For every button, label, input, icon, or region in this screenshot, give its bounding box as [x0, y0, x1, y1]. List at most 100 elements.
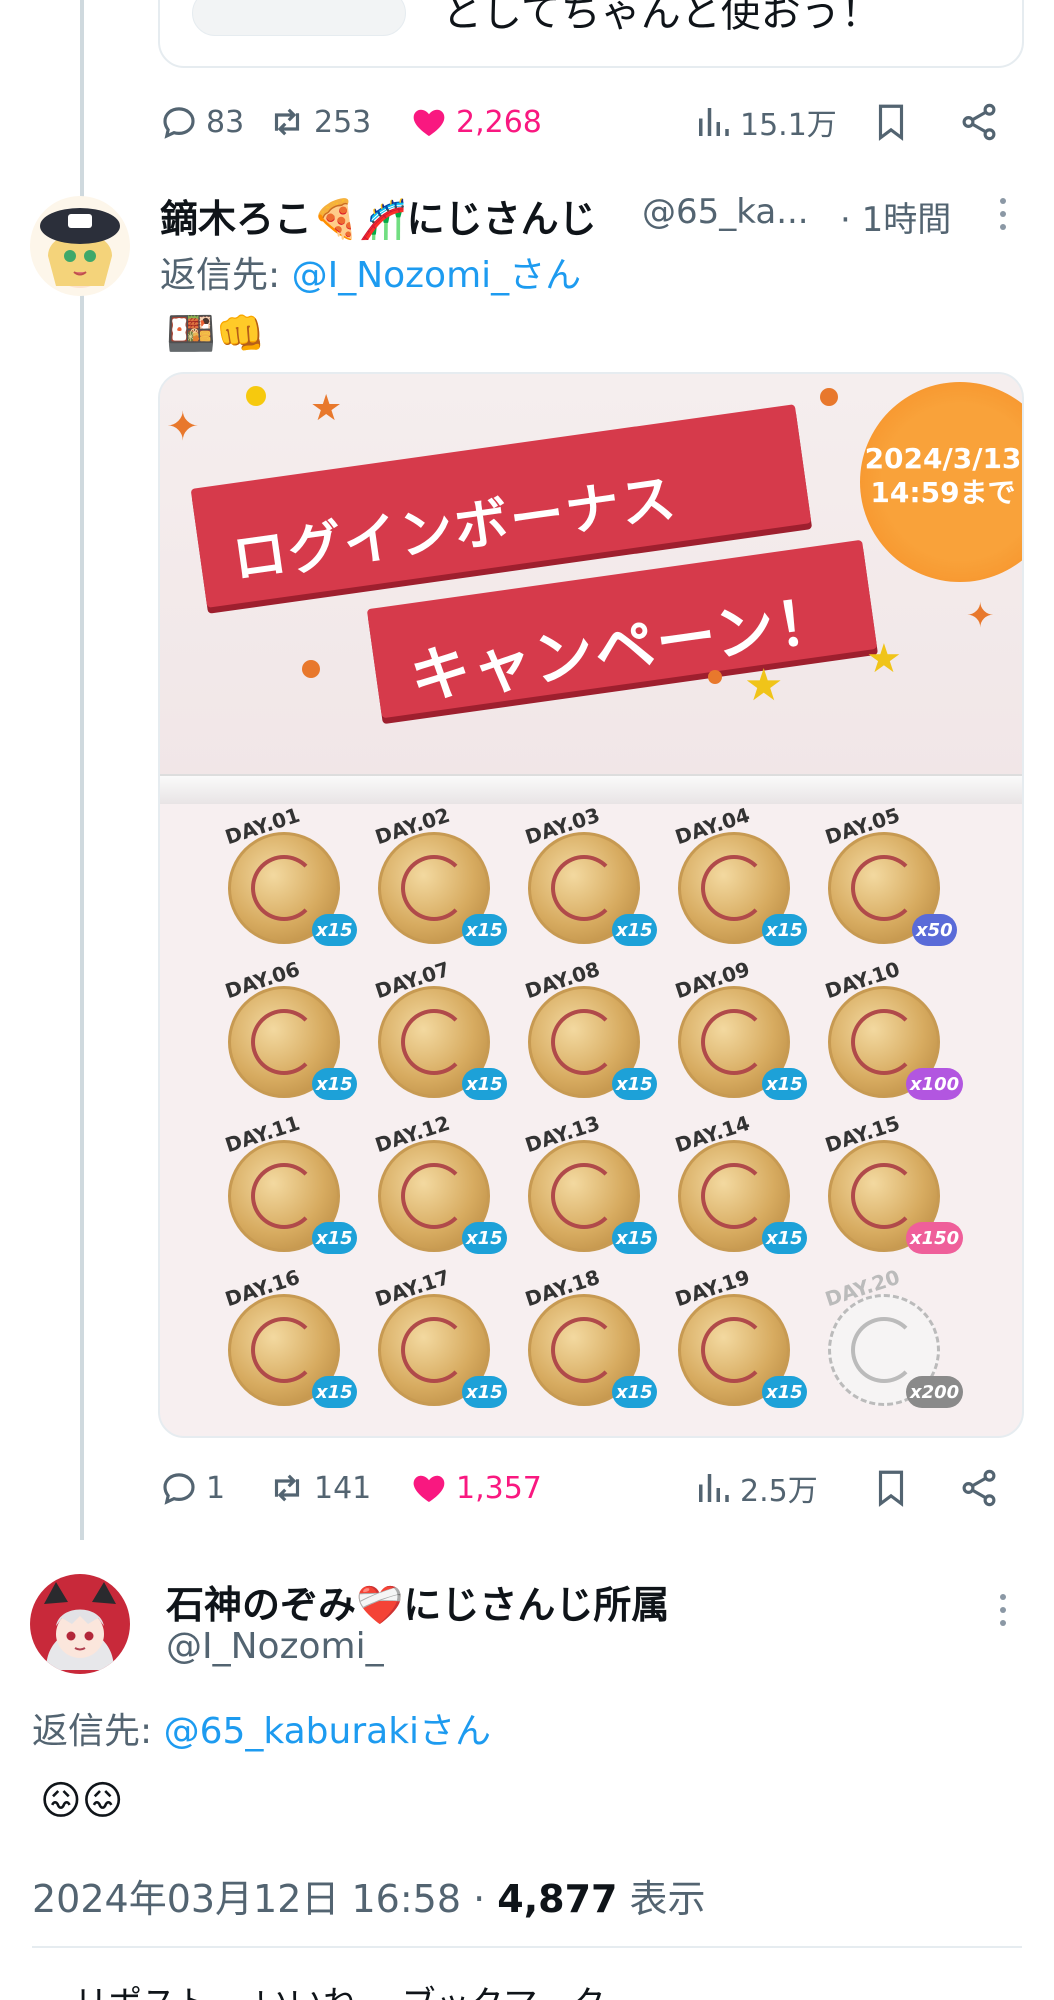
bar-chart-icon: [699, 1474, 729, 1502]
coin-swirl-icon: [551, 855, 617, 921]
reply-to-line: 返信先: @65_kaburakiさん: [32, 1702, 491, 1754]
views-button[interactable]: 15.1万: [692, 92, 837, 152]
decor-dot: [820, 388, 838, 406]
coin-swirl-icon: [851, 1317, 917, 1383]
decor-dot: [708, 670, 722, 684]
login-bonus-coin: DAY.15 x150: [820, 1111, 964, 1254]
bar-chart-icon: [699, 108, 729, 136]
share-button[interactable]: [958, 92, 1000, 152]
reply-to-line: 返信先: @I_Nozomi_さん: [160, 246, 581, 298]
retweet-button[interactable]: 253: [266, 92, 371, 152]
tweet-text: 😖😖: [40, 1778, 124, 1824]
author-name[interactable]: 鏑木ろこ🍕🎢にじさんじ: [160, 188, 597, 243]
coin-multiplier-badge: x15: [462, 1376, 507, 1408]
bookmark-icon: [878, 104, 904, 141]
tweet-image[interactable]: 2024/3/13 14:59まで ログインボーナス キャンペーン！ ★ ★ ★…: [158, 372, 1024, 1438]
views-button[interactable]: 2.5万: [692, 1458, 818, 1518]
coin-swirl-icon: [401, 855, 467, 921]
avatar[interactable]: [30, 1574, 130, 1674]
avatar[interactable]: [30, 196, 130, 296]
coin-swirl-icon: [401, 1009, 467, 1075]
coin-swirl-icon: [851, 855, 917, 921]
reply-to-label: 返信先:: [32, 1711, 164, 1752]
coin-multiplier-badge: x15: [312, 914, 357, 946]
login-bonus-coin: DAY.01 x15: [220, 803, 357, 946]
coin-swirl-icon: [701, 1163, 767, 1229]
coin-multiplier-badge: x15: [762, 1068, 807, 1100]
login-bonus-coin: DAY.10 x100: [820, 957, 964, 1100]
tweet-text: 🍱👊: [166, 311, 266, 357]
coin-swirl-icon: [251, 1317, 317, 1383]
login-bonus-coin: DAY.12 x15: [370, 1111, 507, 1254]
coin-swirl-icon: [251, 1163, 317, 1229]
decor-dot: [246, 386, 266, 406]
share-icon: [962, 1469, 996, 1507]
login-bonus-coin: DAY.14 x15: [670, 1111, 807, 1254]
coin-multiplier-badge: x150: [906, 1222, 964, 1254]
bookmark-button[interactable]: [870, 1458, 912, 1518]
star-icon: ★: [744, 660, 784, 711]
coin-swirl-icon: [251, 855, 317, 921]
coin-swirl-icon: [551, 1317, 617, 1383]
login-bonus-coin: DAY.03 x15: [520, 803, 657, 946]
login-bonus-coin: DAY.18 x15: [520, 1265, 657, 1408]
reply-count: 83: [206, 104, 245, 140]
coin-swirl-icon: [551, 1163, 617, 1229]
coin-multiplier-badge: x15: [612, 914, 657, 946]
coin-swirl-icon: [551, 1009, 617, 1075]
heart-icon: [413, 109, 445, 136]
views-label: 表示: [617, 1877, 706, 1921]
reply-button[interactable]: 83: [158, 92, 244, 152]
sparkle-icon: ✦: [166, 404, 200, 450]
quoted-card[interactable]: としてちゃんと使おう！: [158, 0, 1024, 68]
like-button[interactable]: 2,268: [408, 92, 542, 152]
retweet-button[interactable]: 141: [266, 1458, 371, 1518]
login-bonus-coin: DAY.17 x15: [370, 1265, 507, 1408]
like-count: 2,268: [456, 104, 542, 140]
sparkle-icon: ✦: [966, 596, 995, 636]
login-bonus-coin: DAY.05 x50: [820, 803, 957, 946]
prev-tweet-actions: 83 253 2,268 15.1万: [158, 92, 1024, 152]
coin-swirl-icon: [401, 1317, 467, 1383]
bookmark-button[interactable]: [870, 92, 912, 152]
like-button[interactable]: 1,357: [408, 1458, 542, 1518]
author-handle[interactable]: @I_Nozomi_: [166, 1626, 384, 1667]
reply-to-mention[interactable]: @65_kaburakiさん: [164, 1711, 491, 1752]
author-name[interactable]: 石神のぞみ❤️‍🩹にじさんじ所属: [166, 1574, 669, 1629]
avatar-kaburaki-image: [30, 196, 130, 296]
coin-multiplier-badge: x15: [762, 914, 807, 946]
login-bonus-coin: DAY.06 x15: [220, 957, 357, 1100]
login-bonus-coin: DAY.09 x15: [670, 957, 807, 1100]
reply-tweet-actions: 1 141 1,357 2.5万: [158, 1458, 1024, 1518]
coin-swirl-icon: [701, 1009, 767, 1075]
avatar-ishigami-image: [30, 1574, 130, 1674]
login-bonus-coin: DAY.19 x15: [670, 1265, 807, 1408]
coin-multiplier-badge: x15: [612, 1376, 657, 1408]
coin-multiplier-badge: x100: [906, 1068, 964, 1100]
login-bonus-coin: DAY.11 x15: [220, 1111, 357, 1254]
deadline-text: 2024/3/13 14:59まで: [860, 442, 1022, 510]
reply-button[interactable]: 1: [158, 1458, 225, 1518]
reply-icon: [163, 1473, 195, 1505]
login-bonus-coin: DAY.16 x15: [220, 1265, 357, 1408]
author-handle[interactable]: @65_ka...: [642, 192, 809, 232]
bookmark-icon: [878, 1470, 904, 1507]
more-options-icon[interactable]: [998, 198, 1008, 238]
retweet-icon: [274, 108, 300, 136]
more-options-icon[interactable]: [998, 1594, 1008, 1634]
views-count: 4,877: [497, 1877, 618, 1921]
coin-swirl-icon: [851, 1163, 917, 1229]
coin-swirl-icon: [401, 1163, 467, 1229]
reply-to-mention[interactable]: @I_Nozomi_さん: [292, 255, 582, 296]
tweet-datetime[interactable]: 2024年03月12日 16:58 ·: [32, 1877, 497, 1921]
reply-icon: [163, 107, 195, 139]
deadline-date: 2024/3/13: [864, 442, 1022, 475]
login-bonus-coin: DAY.08 x15: [520, 957, 657, 1100]
share-button[interactable]: [958, 1458, 1000, 1518]
quoted-card-avatar-placeholder: [192, 0, 406, 36]
coin-multiplier-badge: x15: [312, 1376, 357, 1408]
deadline-time: 14:59まで: [870, 476, 1016, 509]
login-bonus-coin: DAY.20 x200: [820, 1265, 964, 1408]
tweet-time[interactable]: · 1時間: [840, 192, 951, 241]
coin-multiplier-badge: x15: [762, 1376, 807, 1408]
